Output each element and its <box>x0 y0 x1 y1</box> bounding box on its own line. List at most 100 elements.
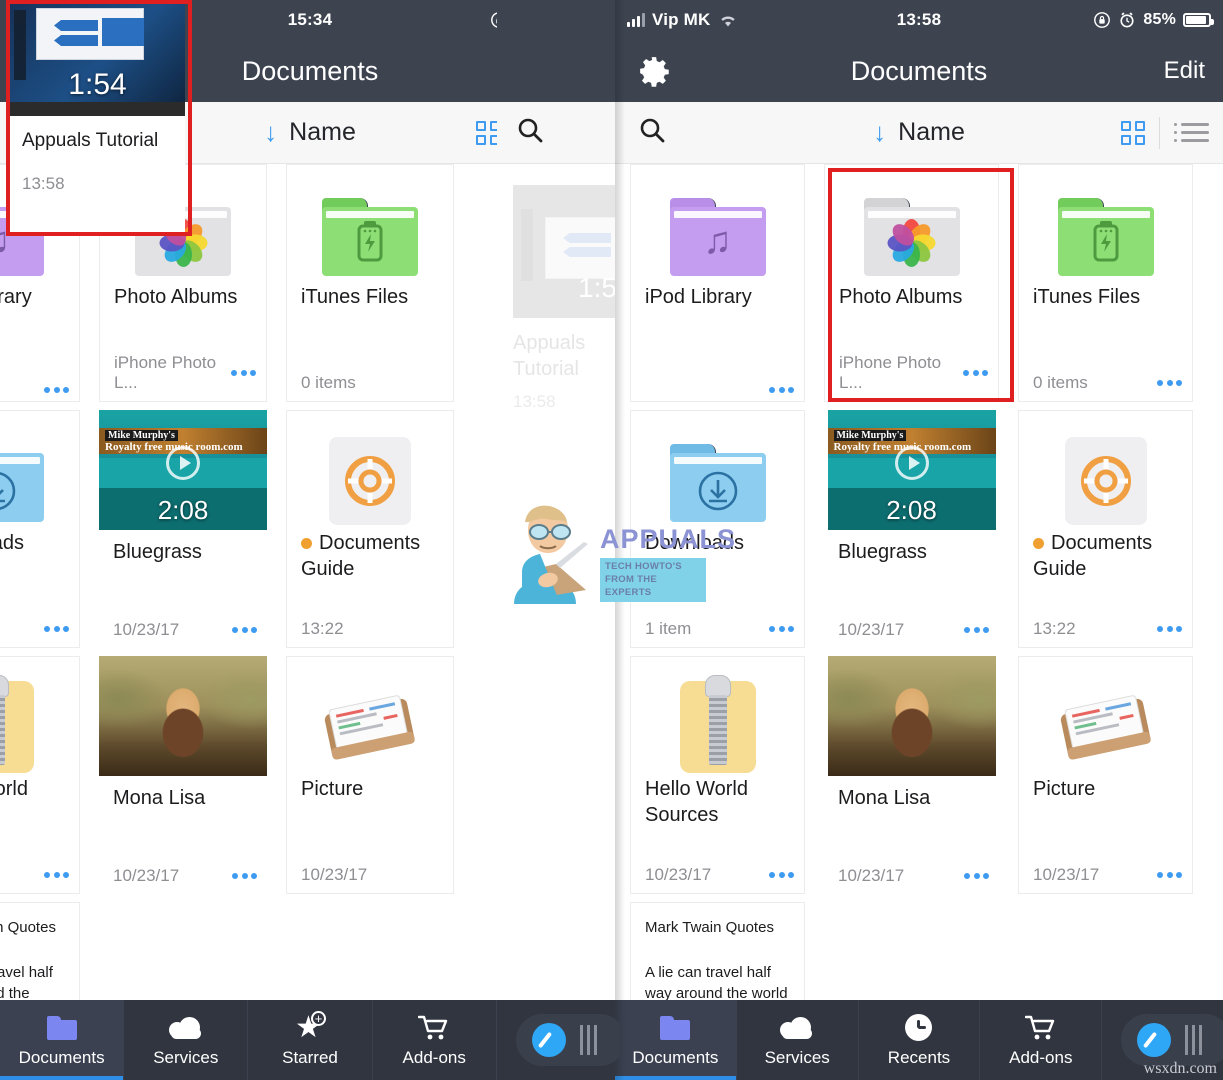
note-body: A lie can travel half way around the wor… <box>0 964 53 1000</box>
tab-services[interactable]: Services <box>737 1000 859 1080</box>
zip-file-icon <box>679 657 756 777</box>
file-meta: 10/23/17 <box>1033 865 1100 884</box>
more-options-button[interactable] <box>964 627 989 633</box>
alarm-clock-icon <box>1120 12 1134 28</box>
file-card[interactable]: Hello World Sources 10/23/17 <box>630 656 805 894</box>
cloud-icon <box>168 1013 203 1043</box>
more-options-button[interactable] <box>769 626 794 632</box>
tab-starred[interactable]: ★ + Starred <box>248 1000 373 1080</box>
tab-label: Recents <box>887 1047 951 1067</box>
compass-icon[interactable] <box>532 1023 566 1057</box>
tab-addons[interactable]: Add-ons <box>980 1000 1103 1080</box>
tab-documents[interactable]: Documents <box>615 1000 737 1080</box>
file-name: Appuals Tutorial <box>22 130 159 151</box>
list-view-icon[interactable] <box>1174 123 1209 142</box>
file-card[interactable]: Mona Lisa 10/23/17 <box>99 656 267 894</box>
video-duration: 1:5 <box>578 272 617 303</box>
more-options-button[interactable] <box>232 873 257 879</box>
note-card[interactable]: Mark Twain Quotes A lie can travel half … <box>0 902 80 1000</box>
file-card[interactable]: Downloads 1 item <box>0 410 80 648</box>
more-options-button[interactable] <box>769 387 794 393</box>
search-icon[interactable] <box>515 115 545 150</box>
left-safari-pill[interactable] <box>516 1014 620 1066</box>
file-card[interactable]: Picture 10/23/17 <box>286 656 454 894</box>
popup-file-card[interactable]: 1:54 Appuals Tutorial 13:58 <box>10 4 185 232</box>
grid-row: Downloads 1 item Mike Murphy's Royalty f… <box>615 410 1223 648</box>
more-options-button[interactable] <box>44 626 69 632</box>
tab-label: Add-ons <box>1009 1047 1073 1067</box>
tab-recents[interactable]: Recents <box>859 1000 981 1080</box>
file-card[interactable]: Mike Murphy's Royalty free music room.co… <box>99 410 267 648</box>
file-card[interactable]: Hello World Sources 10/23/17 <box>0 656 80 894</box>
note-card[interactable]: Mark Twain Quotes A lie can travel half … <box>630 902 805 1000</box>
tab-documents[interactable]: Documents <box>0 1000 125 1080</box>
file-card[interactable]: Photo Albums iPhone Photo L... <box>824 164 999 402</box>
video-duration: 2:08 <box>157 495 209 525</box>
file-meta: 1 item <box>645 619 692 638</box>
right-toolbar: ↓ Name <box>615 102 1223 164</box>
grid-view-icon[interactable] <box>1121 120 1145 145</box>
file-card[interactable]: iTunes Files 0 items <box>1018 164 1193 402</box>
download-folder-icon <box>669 411 766 531</box>
video-thumbnail: 1:5 <box>513 185 620 318</box>
file-name: Documents Guide <box>1033 532 1153 580</box>
sort-arrow-icon: ↓ <box>873 117 887 147</box>
file-card[interactable]: ♫ iPod Library <box>630 164 805 402</box>
sort-arrow-icon: ↓ <box>264 117 278 147</box>
file-name: Mona Lisa <box>838 787 931 809</box>
star-plus-icon: ★ + <box>295 1011 326 1043</box>
file-card[interactable]: Mike Murphy's Royalty free music room.co… <box>824 410 999 648</box>
right-view-toggles <box>1121 116 1209 149</box>
right-file-grid[interactable]: ♫ iPod Library Photo Albums iPhone Photo… <box>615 164 1223 1000</box>
file-meta: 10/23/17 <box>838 620 905 639</box>
file-name: iTunes Files <box>301 286 409 308</box>
file-card[interactable]: iTunes Files 0 items <box>286 164 454 402</box>
drag-handle[interactable] <box>580 1025 597 1055</box>
download-folder-icon <box>0 411 44 531</box>
file-meta: 0 items <box>1033 373 1088 392</box>
drag-handle[interactable] <box>1185 1025 1202 1055</box>
more-options-button[interactable] <box>1157 626 1182 632</box>
mid-transition-panel: 1:5 Appuals Tutorial 13:58 <box>497 0 620 1080</box>
file-meta: 13:58 <box>513 392 556 411</box>
file-card[interactable]: Picture 10/23/17 <box>1018 656 1193 894</box>
mid-status-bar <box>497 0 620 40</box>
more-options-button[interactable] <box>231 370 256 376</box>
grid-row: Hello World Sources 10/23/17 Mona Lisa 1… <box>615 656 1223 894</box>
image-thumbnail <box>827 656 996 776</box>
file-name: Bluegrass <box>113 541 202 563</box>
site-watermark: wsxdn.com <box>1143 1060 1217 1077</box>
right-phone-panel: Vip MK 13:58 85% Documents Edit ↓ Name ♫… <box>615 0 1223 1080</box>
more-options-button[interactable] <box>44 387 69 393</box>
more-options-button[interactable] <box>1157 380 1182 386</box>
file-name: Picture <box>301 778 364 800</box>
file-name: Downloads <box>645 532 744 554</box>
more-options-button[interactable] <box>964 873 989 879</box>
battery-percent: 85% <box>1143 11 1176 28</box>
ghost-file-card[interactable]: 1:5 Appuals Tutorial 13:58 <box>513 185 620 412</box>
folder-icon <box>46 1013 77 1043</box>
right-safari-pill[interactable] <box>1121 1014 1223 1066</box>
file-name: Appuals Tutorial <box>513 332 586 380</box>
tab-services[interactable]: Services <box>124 1000 249 1080</box>
file-card[interactable]: Mona Lisa 10/23/17 <box>824 656 999 894</box>
video-duration: 2:08 <box>886 495 937 525</box>
file-name: iPod Library <box>645 286 752 308</box>
status-badge <box>1033 538 1044 550</box>
file-card[interactable]: Downloads 1 item <box>630 410 805 648</box>
edit-button[interactable]: Edit <box>1164 57 1205 85</box>
tab-addons[interactable]: Add-ons <box>373 1000 497 1080</box>
more-options-button[interactable] <box>1157 872 1182 878</box>
more-options-button[interactable] <box>44 872 69 878</box>
file-card[interactable]: Documents Guide 13:22 <box>1018 410 1193 648</box>
more-options-button[interactable] <box>769 872 794 878</box>
file-meta: 10/23/17 <box>301 865 368 884</box>
play-icon <box>166 445 200 480</box>
right-status-right-group: 85% <box>1093 11 1214 29</box>
more-options-button[interactable] <box>232 627 257 633</box>
compass-icon[interactable] <box>1137 1023 1171 1057</box>
file-card[interactable]: Documents Guide 13:22 <box>286 410 454 648</box>
file-meta: iPhone Photo L... <box>114 353 217 392</box>
more-options-button[interactable] <box>963 370 988 376</box>
usb-folder-icon <box>322 165 418 285</box>
